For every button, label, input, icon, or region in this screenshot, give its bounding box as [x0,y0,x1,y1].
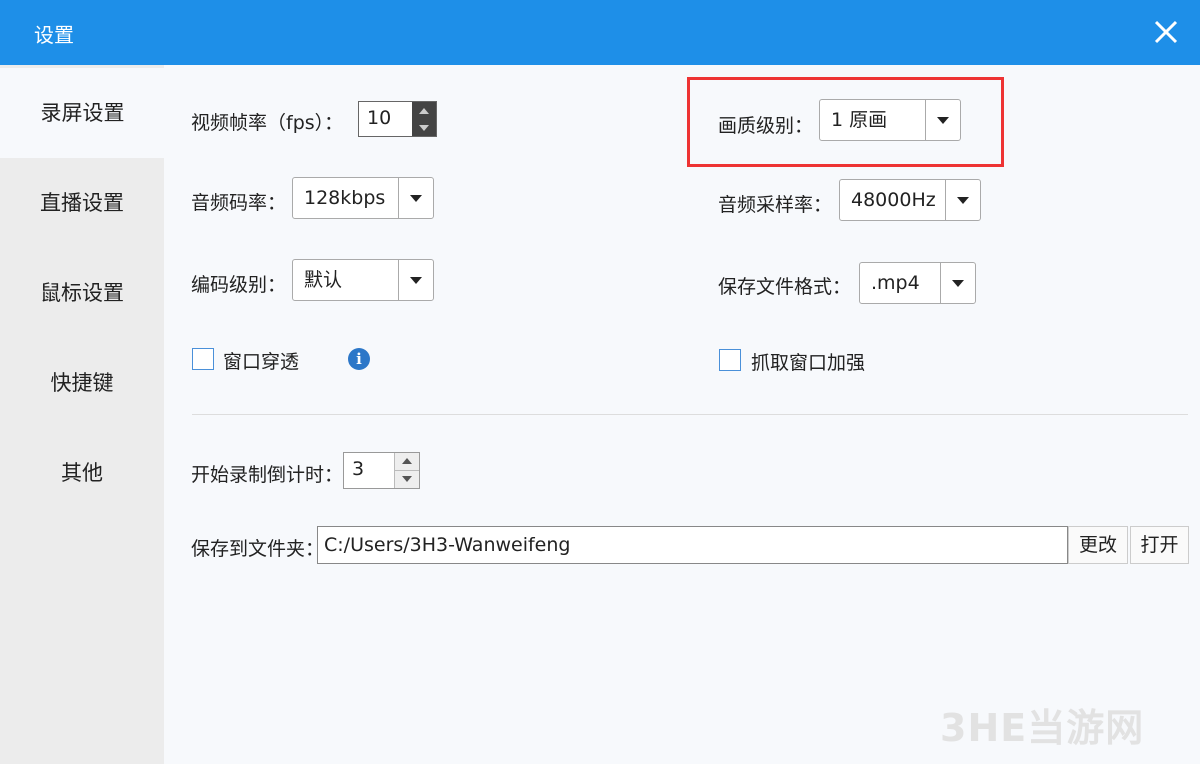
sidebar-item-mouse[interactable]: 鼠标设置 [0,248,164,338]
sidebar-item-hotkey[interactable]: 快捷键 [0,338,164,428]
chevron-down-icon[interactable] [945,180,980,220]
fps-down-arrow-icon[interactable] [412,119,436,136]
chevron-down-icon[interactable] [398,260,433,300]
audio-bitrate-label: 音频码率： [191,192,287,214]
encode-level-value: 默认 [304,269,343,291]
save-folder-label: 保存到文件夹： [191,538,325,560]
window-through-label: 窗口穿透 [223,351,300,373]
sample-rate-label: 音频采样率： [718,194,833,216]
window-title: 设置 [34,23,74,47]
audio-bitrate-select[interactable]: 128kbps [292,177,434,219]
fps-up-arrow-icon[interactable] [412,102,436,119]
capture-enhance-label: 抓取窗口加强 [751,352,866,374]
divider [192,414,1188,415]
sidebar-item-other[interactable]: 其他 [0,428,164,518]
countdown-label: 开始录制倒计时： [191,464,344,486]
sample-rate-value: 48000Hz [851,189,936,211]
encode-level-label: 编码级别： [191,274,287,296]
file-format-select[interactable]: .mp4 [859,262,976,304]
info-icon[interactable]: i [348,348,370,370]
sample-rate-select[interactable]: 48000Hz [839,179,981,221]
window-through-checkbox[interactable] [192,348,214,370]
fps-stepper[interactable]: 10 [358,101,437,137]
capture-enhance-checkbox[interactable] [719,349,741,371]
countdown-down-arrow-icon[interactable] [395,471,419,489]
watermark-logo: 3HE当游网 [940,706,1145,750]
file-format-value: .mp4 [871,272,920,294]
sidebar: 录屏设置 直播设置 鼠标设置 快捷键 其他 [0,65,165,764]
save-folder-input[interactable]: C:/Users/3H3-Wanweifeng [317,526,1068,564]
save-folder-value: C:/Users/3H3-Wanweifeng [324,534,571,556]
file-format-label: 保存文件格式： [718,276,852,298]
sidebar-item-live[interactable]: 直播设置 [0,158,164,248]
countdown-value: 3 [352,458,365,480]
highlight-box [687,77,1004,167]
chevron-down-icon[interactable] [940,263,975,303]
title-bar: 设置 [0,0,1200,65]
chevron-down-icon[interactable] [398,178,433,218]
encode-level-select[interactable]: 默认 [292,259,434,301]
change-button[interactable]: 更改 [1068,526,1128,564]
countdown-up-arrow-icon[interactable] [395,453,419,471]
open-button[interactable]: 打开 [1130,526,1189,564]
close-icon[interactable] [1148,14,1184,50]
fps-label: 视频帧率（fps）： [191,112,344,134]
fps-value: 10 [367,107,392,129]
countdown-stepper[interactable]: 3 [343,452,420,489]
audio-bitrate-value: 128kbps [304,187,386,209]
sidebar-item-record[interactable]: 录屏设置 [0,68,165,158]
